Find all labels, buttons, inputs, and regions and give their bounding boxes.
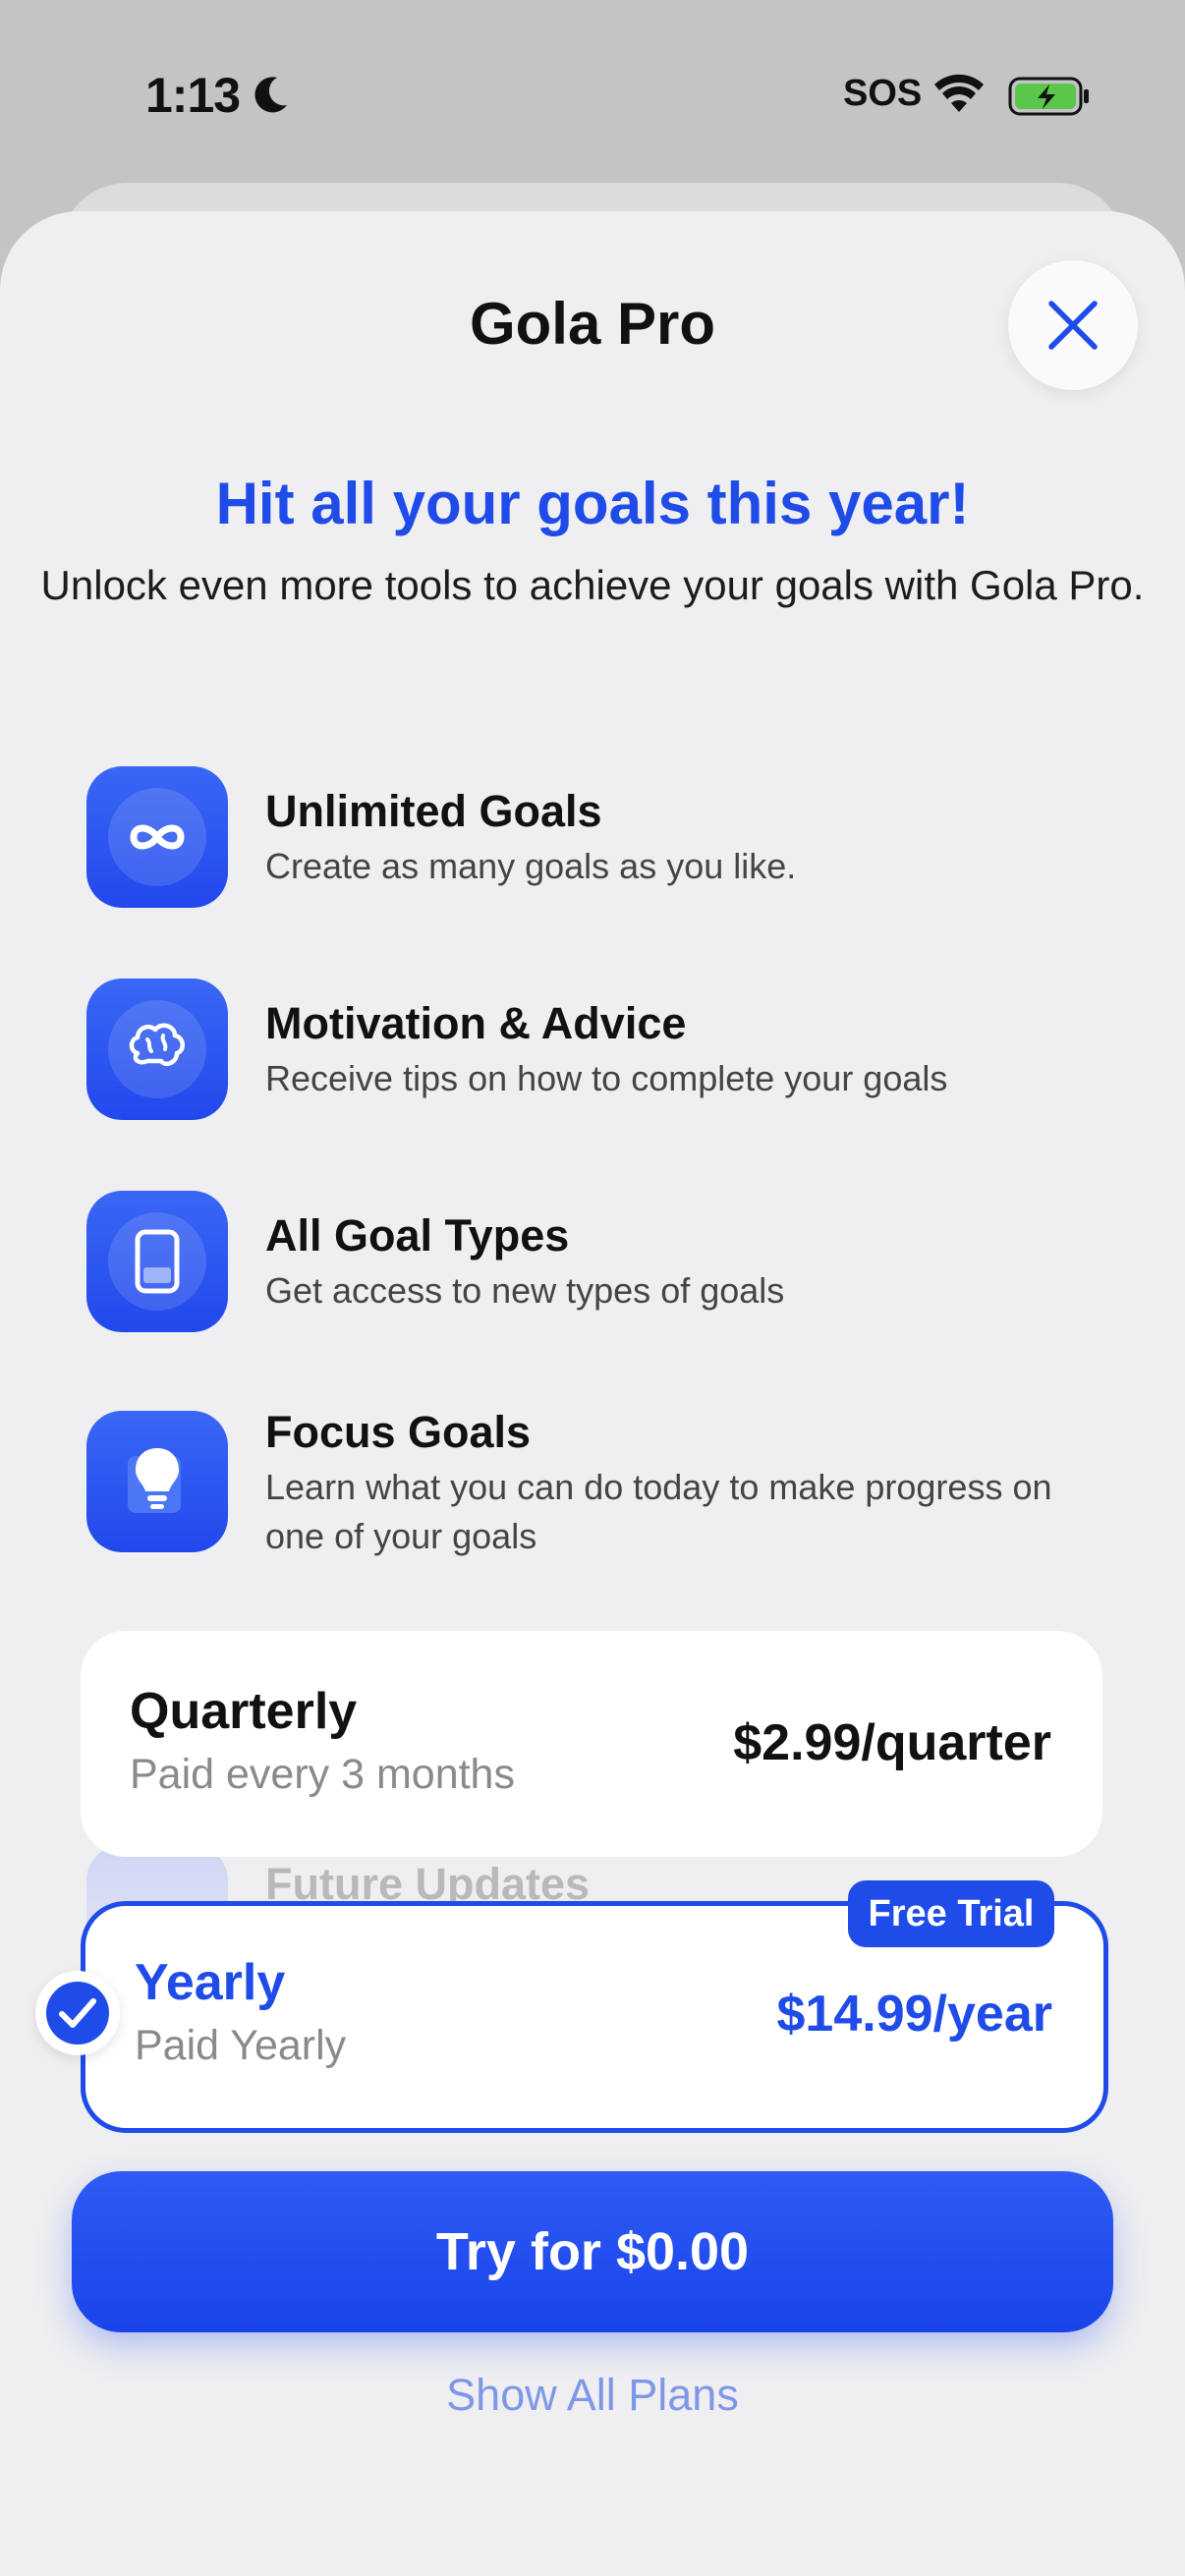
feature-title: Focus Goals [265,1407,532,1457]
sos-indicator: SOS [843,73,923,114]
status-time: 1:13 [145,68,241,123]
wifi-icon [934,74,984,112]
checkmark-icon [59,1998,96,2028]
feature-desc: Create as many goals as you like. [265,846,797,886]
plan-billing: Paid Yearly [135,2022,347,2069]
plan-price: $14.99/year [776,1986,1053,2043]
battery-charging-icon [1008,77,1089,116]
goal-card-icon [86,1191,228,1332]
feature-title: Unlimited Goals [265,786,602,836]
moon-icon [254,77,287,113]
plan-name: Quarterly [130,1683,358,1740]
feature-desc: Learn what you can do today to make prog… [265,1467,1052,1556]
try-free-button[interactable]: Try for $0.00 [72,2171,1113,2332]
infinity-icon [86,766,228,908]
headline: Hit all your goals this year! [215,471,970,536]
free-trial-badge: Free Trial [848,1880,1054,1947]
plan-quarterly[interactable]: Quarterly Paid every 3 months $2.99/quar… [81,1631,1102,1857]
feature-title: All Goal Types [265,1210,570,1260]
plan-name: Yearly [135,1954,286,2011]
brain-icon [86,979,228,1120]
status-bar: 1:13 SOS [0,0,1185,187]
selected-check [35,1971,120,2055]
feature-desc: Get access to new types of goals [265,1270,785,1311]
close-button[interactable] [1008,260,1138,390]
plan-price: $2.99/quarter [733,1714,1051,1771]
show-all-plans-link[interactable]: Show All Plans [0,2370,1185,2421]
plan-billing: Paid every 3 months [130,1751,515,1798]
close-icon [1048,301,1098,350]
feature-desc: Receive tips on how to complete your goa… [265,1058,948,1098]
feature-title: Motivation & Advice [265,998,687,1048]
subheadline: Unlock even more tools to achieve your g… [40,562,1145,608]
lightbulb-icon [86,1411,228,1552]
